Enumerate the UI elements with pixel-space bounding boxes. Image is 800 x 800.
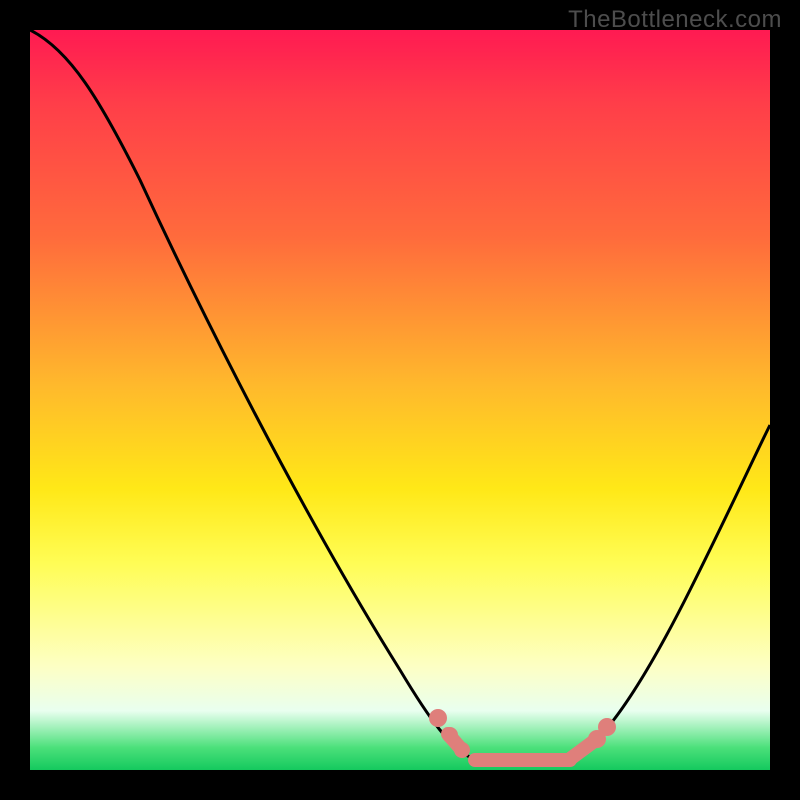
highlight-dot (429, 709, 447, 727)
highlight-dot (454, 742, 470, 758)
chart-plot-area (30, 30, 770, 770)
chart-svg (30, 30, 770, 770)
bottleneck-curve (30, 30, 770, 760)
highlight-dot (598, 718, 616, 736)
